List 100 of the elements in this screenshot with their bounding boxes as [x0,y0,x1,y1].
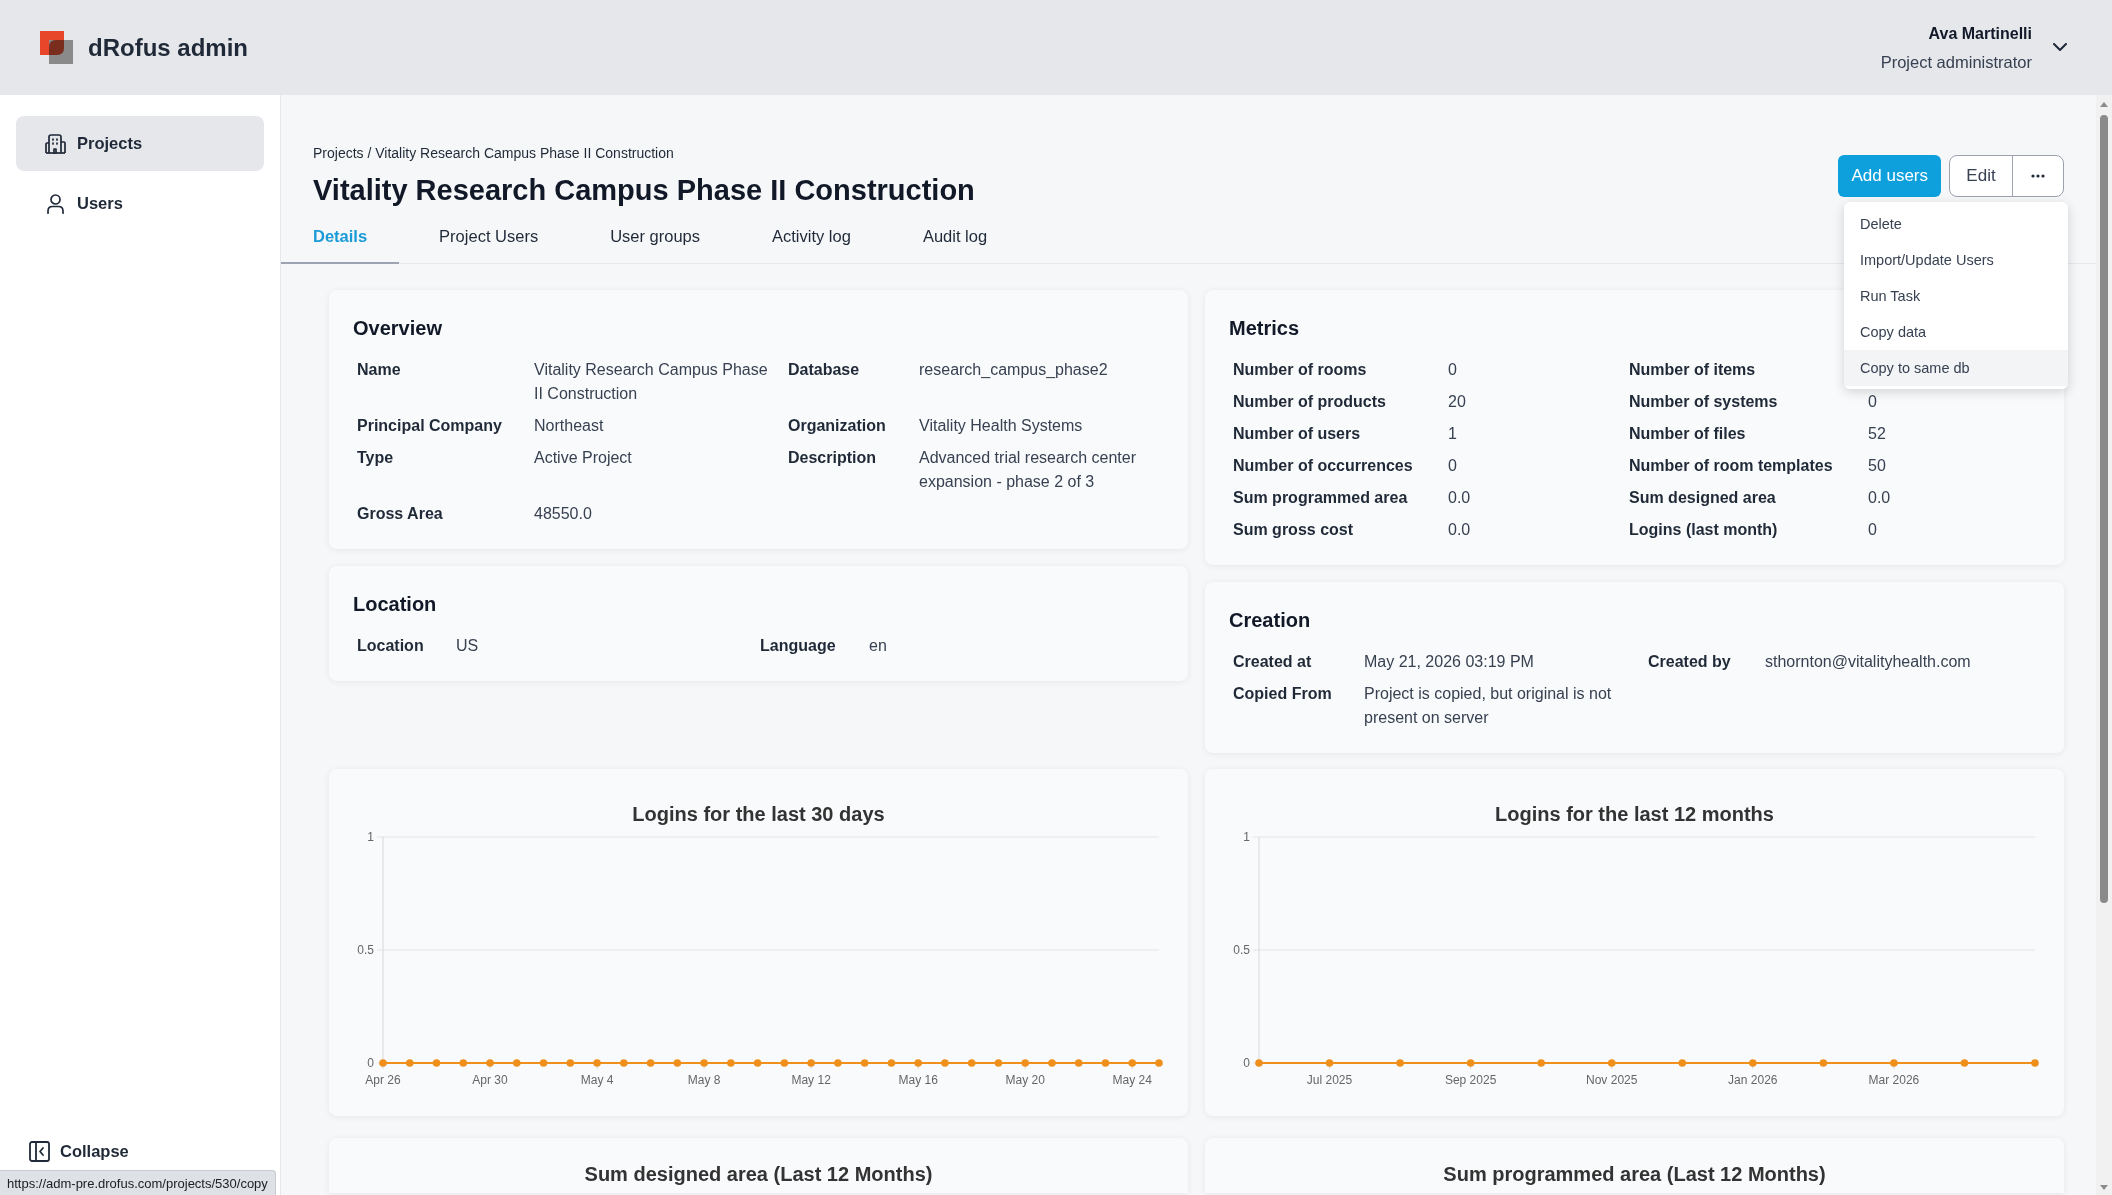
data-point [379,1059,387,1067]
field-label: Sum designed area [1629,488,1777,508]
data-point [1607,1059,1616,1067]
field-label: Number of room templates [1629,456,1834,476]
data-point [673,1059,682,1067]
nav-item[interactable]: Projects [16,116,264,171]
building-icon [45,133,66,154]
user-role: Project administrator [1880,51,2032,73]
scroll-down-icon[interactable] [2100,1185,2108,1190]
data-point [1155,1059,1163,1067]
data-point [700,1059,708,1067]
data-point [887,1059,896,1067]
data-point [1074,1059,1083,1067]
x-axis-label: Jan 2026 [1728,1073,1778,1087]
menu-item[interactable]: Run Task [1844,278,2068,314]
scrollbar-thumb[interactable] [2100,115,2108,903]
field-value: sthornton@vitalityhealth.com [1765,652,1972,672]
field-label: Number of systems [1629,392,1779,412]
data-point [2031,1059,2039,1067]
app-name: dRofus admin [88,32,248,63]
tab[interactable]: Audit log [890,208,1020,264]
field-value: 20 [1448,392,1467,412]
field-value: Vitality Health Systems [919,416,1084,436]
field-value: 0.0 [1448,488,1472,508]
y-axis-label: 0.5 [357,943,374,957]
menu-item[interactable]: Delete [1844,206,2068,242]
data-point [834,1059,842,1067]
tab[interactable]: User groups [578,208,732,264]
field-value: Project is copied, but original is not present on server [1364,684,1613,728]
tab[interactable]: Project Users [407,208,571,264]
menu-item[interactable]: Copy data [1844,314,2068,350]
field-value: 0.0 [1448,520,1472,540]
field-label: Sum gross cost [1233,520,1355,540]
field-value: 50 [1868,456,1887,476]
user-name: Ava Martinelli [1928,23,2032,44]
data-point [860,1059,869,1067]
card-title: Overview [353,316,442,340]
data-point [1466,1059,1475,1067]
field-value: 48550.0 [534,504,593,524]
data-point [593,1059,601,1067]
tab[interactable]: Activity log [740,208,883,264]
data-point [513,1059,521,1067]
data-point [646,1059,655,1067]
data-point [941,1059,949,1067]
data-point [1960,1059,1969,1067]
x-axis-label: Apr 26 [365,1073,401,1087]
data-point [405,1059,414,1067]
link-preview: https://adm-pre.drofus.com/projects/530/copy [0,1170,276,1195]
data-point [1048,1059,1056,1067]
data-point [727,1059,735,1067]
x-axis-label: May 4 [580,1073,614,1087]
collapse-button[interactable]: Collapse [16,1139,129,1163]
data-point [1128,1059,1137,1067]
nav-item[interactable]: Users [16,176,264,231]
field-value: Active Project [534,448,633,468]
field-label: Type [357,448,395,468]
x-axis-label: Sep 2025 [1444,1073,1497,1087]
data-point [432,1059,441,1067]
page-title: Vitality Research Campus Phase II Construction [313,173,975,208]
data-point [1255,1059,1263,1067]
breadcrumb[interactable]: Projects / Vitality Research Campus Phase II Construction [313,144,975,162]
card-title: Metrics [1229,316,1300,340]
field-value: US [456,636,480,656]
y-axis-label: 0 [367,1056,374,1070]
field-label: Location [357,636,425,656]
data-point [753,1059,762,1067]
x-axis-label: Nov 2025 [1586,1073,1638,1087]
y-axis-label: 1 [367,830,374,844]
field-label: Created at [1233,652,1313,672]
x-axis-label: Jul 2025 [1306,1073,1353,1087]
sidebar-collapse-icon [29,1140,50,1162]
field-value: May 21, 2026 03:19 PM [1364,652,1535,672]
data-point [1101,1059,1110,1067]
field-value: 0 [1868,520,1878,540]
x-axis-label: May 24 [1112,1073,1152,1087]
field-label: Language [760,636,837,656]
y-axis-label: 0.5 [1233,943,1250,957]
field-value: research_campus_phase2 [919,360,1109,380]
scroll-up-icon[interactable] [2100,102,2108,107]
field-value: 0 [1448,456,1458,476]
x-axis-label: May 8 [687,1073,721,1087]
menu-item[interactable]: Import/Update Users [1844,242,2068,278]
chevron-down-icon[interactable] [2053,43,2067,52]
edit-button[interactable]: Edit [1950,156,2012,196]
x-axis-label: May 20 [1005,1073,1045,1087]
field-value: Advanced trial research center expansion - phase 2 of 3 [919,448,1137,492]
data-point [914,1059,922,1067]
data-point [1749,1059,1757,1067]
field-value: 52 [1868,424,1887,444]
data-point [807,1059,815,1067]
field-label: Copied From [1233,684,1333,704]
menu-item[interactable]: Copy to same db [1844,350,2068,386]
field-value: en [869,636,888,656]
field-value: Northeast [534,416,605,436]
chart-title: Sum programmed area (Last 12 Months) [1442,1162,1827,1186]
field-label: Name [357,360,402,380]
field-label: Organization [788,416,887,436]
data-point [1890,1059,1898,1067]
chart-title: Logins for the last 12 months [1494,802,1775,826]
brand-logo [40,31,73,64]
